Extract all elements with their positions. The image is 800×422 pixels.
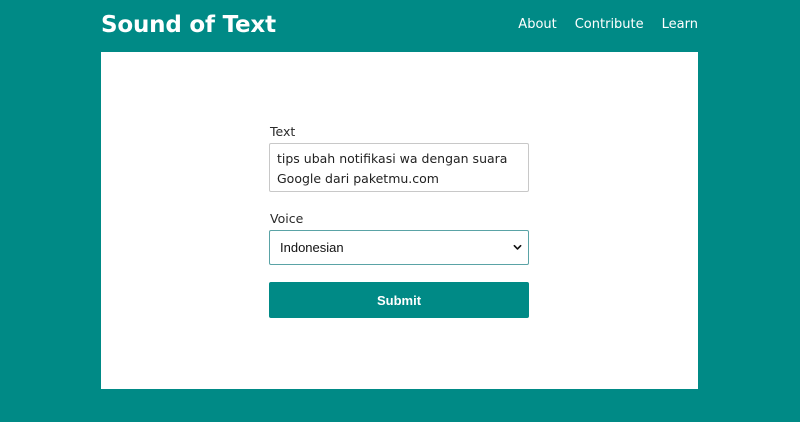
text-label: Text xyxy=(270,124,296,139)
main-card: Text tips ubah notifikasi wa dengan suar… xyxy=(101,52,698,389)
submit-button[interactable]: Submit xyxy=(269,282,529,318)
tts-form: Text tips ubah notifikasi wa dengan suar… xyxy=(269,124,529,318)
brand-logo-link[interactable]: Sound of Text xyxy=(101,9,276,41)
voice-label: Voice xyxy=(270,211,304,226)
chevron-down-icon xyxy=(513,244,522,250)
voice-selected-value: Indonesian xyxy=(280,240,344,255)
nav-learn-link[interactable]: Learn xyxy=(662,16,698,34)
voice-select[interactable]: Indonesian xyxy=(269,230,529,265)
top-bar: Sound of Text About Contribute Learn xyxy=(0,0,800,52)
text-input[interactable]: tips ubah notifikasi wa dengan suara Goo… xyxy=(269,143,529,192)
nav-about-link[interactable]: About xyxy=(518,16,556,34)
nav-contribute-link[interactable]: Contribute xyxy=(575,16,644,34)
main-nav: About Contribute Learn xyxy=(518,16,698,34)
